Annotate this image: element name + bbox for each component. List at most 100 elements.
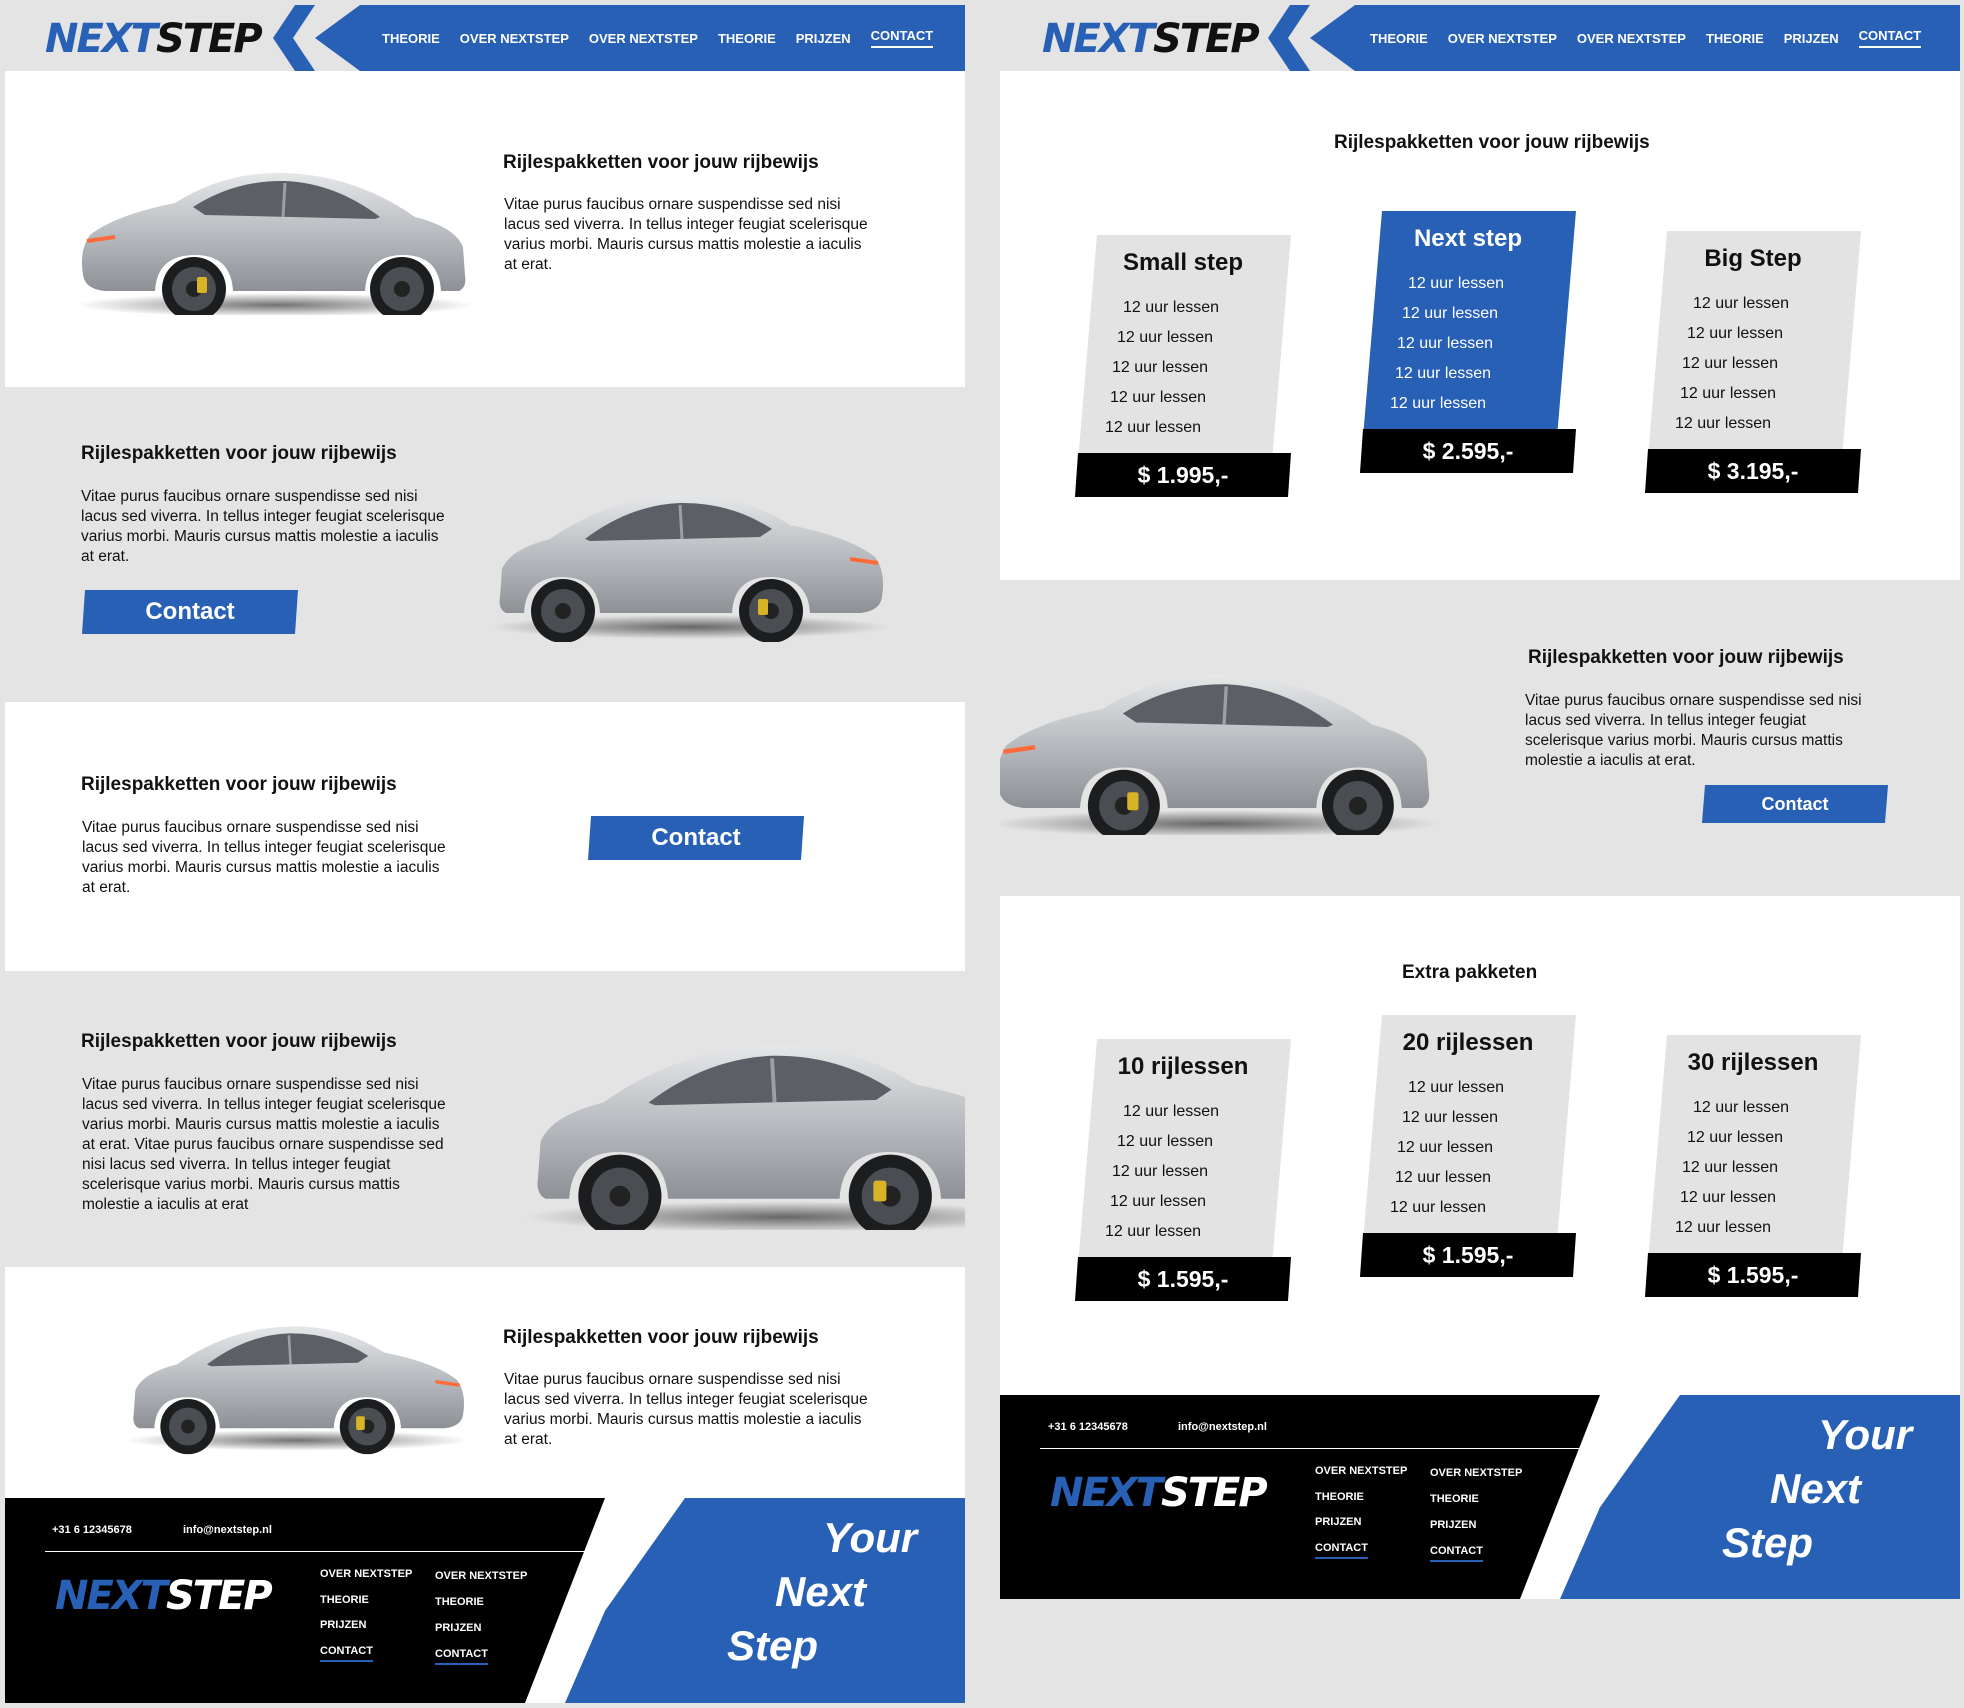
chevron-decoration bbox=[1268, 5, 1310, 71]
extra-heading: Extra pakketen bbox=[1402, 962, 1538, 983]
footer-link-prijzen[interactable]: PRIJZEN bbox=[320, 1619, 366, 1631]
car-image bbox=[525, 991, 965, 1261]
footer-link-contact[interactable]: CONTACT bbox=[1315, 1542, 1368, 1559]
footer-email[interactable]: info@nextstep.nl bbox=[1178, 1421, 1267, 1433]
nextstep-logo[interactable]: NEXTSTEP bbox=[45, 17, 263, 61]
contact-button[interactable]: Contact bbox=[82, 590, 298, 634]
plan-item: 12 uur lessen bbox=[1390, 395, 1487, 412]
extra-card-10: 10 rijlessen 12 uur lessen 12 uur lessen… bbox=[1075, 1039, 1291, 1301]
footer-link-contact[interactable]: CONTACT bbox=[320, 1645, 373, 1662]
plan-item: 12 uur lessen bbox=[1123, 299, 1220, 316]
nav-item-over-2[interactable]: OVER NEXTSTEP bbox=[579, 31, 708, 46]
top-navbar: NEXTSTEP THEORIE OVER NEXTSTEP OVER NEXT… bbox=[1000, 5, 1960, 71]
plan-title: 10 rijlessen bbox=[1117, 1053, 1249, 1080]
plan-item: 12 uur lessen bbox=[1682, 1159, 1779, 1176]
nav-item-theorie[interactable]: THEORIE bbox=[372, 31, 450, 46]
plan-item: 12 uur lessen bbox=[1402, 305, 1499, 322]
footer-logo[interactable]: NEXTSTEP bbox=[1050, 1471, 1268, 1515]
plan-item: 12 uur lessen bbox=[1110, 389, 1207, 406]
plan-item: 12 uur lessen bbox=[1402, 1109, 1499, 1126]
section-gray: Rijlespakketten voor jouw rijbewijs Vita… bbox=[1000, 580, 1960, 896]
plan-item: 12 uur lessen bbox=[1408, 275, 1505, 292]
footer-link-over[interactable]: OVER NEXTSTEP bbox=[1315, 1465, 1407, 1477]
plan-item: 12 uur lessen bbox=[1395, 1169, 1492, 1186]
plan-title: 20 rijlessen bbox=[1402, 1029, 1534, 1056]
nav-item-contact[interactable]: CONTACT bbox=[1858, 28, 1922, 48]
footer-link-over-2[interactable]: OVER NEXTSTEP bbox=[435, 1570, 527, 1582]
plan-item: 12 uur lessen bbox=[1123, 1103, 1220, 1120]
plan-item: 12 uur lessen bbox=[1680, 385, 1777, 402]
footer: +31 6 12345678 info@nextstep.nl NEXTSTEP… bbox=[5, 1498, 965, 1703]
footer-link-over[interactable]: OVER NEXTSTEP bbox=[320, 1568, 412, 1580]
pricing-mockup: NEXTSTEP THEORIE OVER NEXTSTEP OVER NEXT… bbox=[1000, 5, 1960, 1599]
top-navbar: NEXTSTEP THEORIE OVER NEXTSTEP OVER NEXT… bbox=[5, 5, 965, 71]
car-image bbox=[75, 150, 475, 320]
footer-link-theorie-2[interactable]: THEORIE bbox=[435, 1596, 484, 1608]
plan-item: 12 uur lessen bbox=[1687, 325, 1784, 342]
section-heading: Rijlespakketten voor jouw rijbewijs bbox=[81, 774, 397, 795]
plan-price: $ 1.595,- bbox=[1075, 1257, 1291, 1301]
section-body: Vitae purus faucibus ornare suspendisse … bbox=[504, 196, 868, 273]
footer-link-theorie-2[interactable]: THEORIE bbox=[1430, 1493, 1479, 1505]
car-image bbox=[125, 1305, 470, 1455]
plan-item: 12 uur lessen bbox=[1117, 329, 1214, 346]
plan-title: Small step bbox=[1122, 249, 1244, 276]
plan-item: 12 uur lessen bbox=[1395, 365, 1492, 382]
nav-item-over[interactable]: OVER NEXTSTEP bbox=[450, 31, 579, 46]
plan-item: 12 uur lessen bbox=[1693, 295, 1790, 312]
tagline-your: Your bbox=[1818, 1411, 1913, 1458]
nav-links: THEORIE OVER NEXTSTEP OVER NEXTSTEP THEO… bbox=[372, 5, 943, 71]
plan-item: 12 uur lessen bbox=[1680, 1189, 1777, 1206]
nextstep-logo[interactable]: NEXTSTEP bbox=[1042, 17, 1260, 61]
footer-link-theorie[interactable]: THEORIE bbox=[320, 1594, 369, 1606]
plan-item: 12 uur lessen bbox=[1397, 1139, 1494, 1156]
nav-item-theorie-2[interactable]: THEORIE bbox=[1696, 31, 1774, 46]
contact-button[interactable]: Contact bbox=[588, 816, 804, 860]
section-gray: Rijlespakketten voor jouw rijbewijs Vita… bbox=[5, 387, 965, 702]
plan-item: 12 uur lessen bbox=[1112, 1163, 1209, 1180]
nav-item-over-2[interactable]: OVER NEXTSTEP bbox=[1567, 31, 1696, 46]
section-body: Vitae purus faucibus ornare suspendisse … bbox=[504, 1371, 868, 1448]
footer-link-prijzen[interactable]: PRIJZEN bbox=[1315, 1516, 1361, 1528]
section-heading: Rijlespakketten voor jouw rijbewijs bbox=[503, 1327, 819, 1348]
plan-item: 12 uur lessen bbox=[1117, 1133, 1214, 1150]
nav-item-prijzen[interactable]: PRIJZEN bbox=[1774, 31, 1849, 46]
plan-title: Big Step bbox=[1704, 245, 1802, 272]
section-heading: Rijlespakketten voor jouw rijbewijs bbox=[1528, 647, 1844, 668]
footer-link-prijzen-2[interactable]: PRIJZEN bbox=[1430, 1519, 1476, 1531]
footer-link-contact-2[interactable]: CONTACT bbox=[435, 1648, 488, 1665]
plan-item: 12 uur lessen bbox=[1675, 1219, 1772, 1236]
plan-item: 12 uur lessen bbox=[1408, 1079, 1505, 1096]
nav-item-contact[interactable]: CONTACT bbox=[870, 28, 934, 48]
plan-card-small: Small step 12 uur lessen 12 uur lessen 1… bbox=[1075, 235, 1291, 497]
tagline-next: Next bbox=[775, 1568, 867, 1615]
footer-link-theorie[interactable]: THEORIE bbox=[1315, 1491, 1364, 1503]
nav-item-theorie-2[interactable]: THEORIE bbox=[708, 31, 786, 46]
section-body-long: Vitae purus faucibus ornare suspendisse … bbox=[82, 1076, 446, 1213]
plan-item: 12 uur lessen bbox=[1693, 1099, 1790, 1116]
plan-price: $ 1.595,- bbox=[1360, 1233, 1576, 1277]
nav-item-theorie[interactable]: THEORIE bbox=[1360, 31, 1438, 46]
nav-item-prijzen[interactable]: PRIJZEN bbox=[786, 31, 861, 46]
plan-item: 12 uur lessen bbox=[1110, 1193, 1207, 1210]
plan-item: 12 uur lessen bbox=[1682, 355, 1779, 372]
section-heading: Rijlespakketten voor jouw rijbewijs bbox=[503, 152, 819, 173]
footer-link-prijzen-2[interactable]: PRIJZEN bbox=[435, 1622, 481, 1634]
footer-link-contact-2[interactable]: CONTACT bbox=[1430, 1545, 1483, 1562]
footer-phone[interactable]: +31 6 12345678 bbox=[52, 1524, 132, 1536]
contact-button[interactable]: Contact bbox=[1702, 785, 1888, 823]
plan-card-next: Next step 12 uur lessen 12 uur lessen 12… bbox=[1360, 211, 1576, 473]
footer: +31 6 12345678 info@nextstep.nl NEXTSTEP… bbox=[1000, 1395, 1960, 1599]
footer-email[interactable]: info@nextstep.nl bbox=[183, 1524, 272, 1536]
footer-link-over-2[interactable]: OVER NEXTSTEP bbox=[1430, 1467, 1522, 1479]
tagline-step: Step bbox=[1722, 1519, 1814, 1566]
footer-logo[interactable]: NEXTSTEP bbox=[55, 1574, 273, 1618]
car-image bbox=[1000, 650, 1440, 840]
section-body: Vitae purus faucibus ornare suspendisse … bbox=[1525, 692, 1862, 769]
footer-phone[interactable]: +31 6 12345678 bbox=[1048, 1421, 1128, 1433]
nav-item-over[interactable]: OVER NEXTSTEP bbox=[1438, 31, 1567, 46]
plan-price: $ 2.595,- bbox=[1360, 429, 1576, 473]
plan-item: 12 uur lessen bbox=[1105, 419, 1202, 436]
extra-card-30: 30 rijlessen 12 uur lessen 12 uur lessen… bbox=[1645, 1035, 1861, 1297]
footer-divider-line bbox=[45, 1551, 615, 1552]
